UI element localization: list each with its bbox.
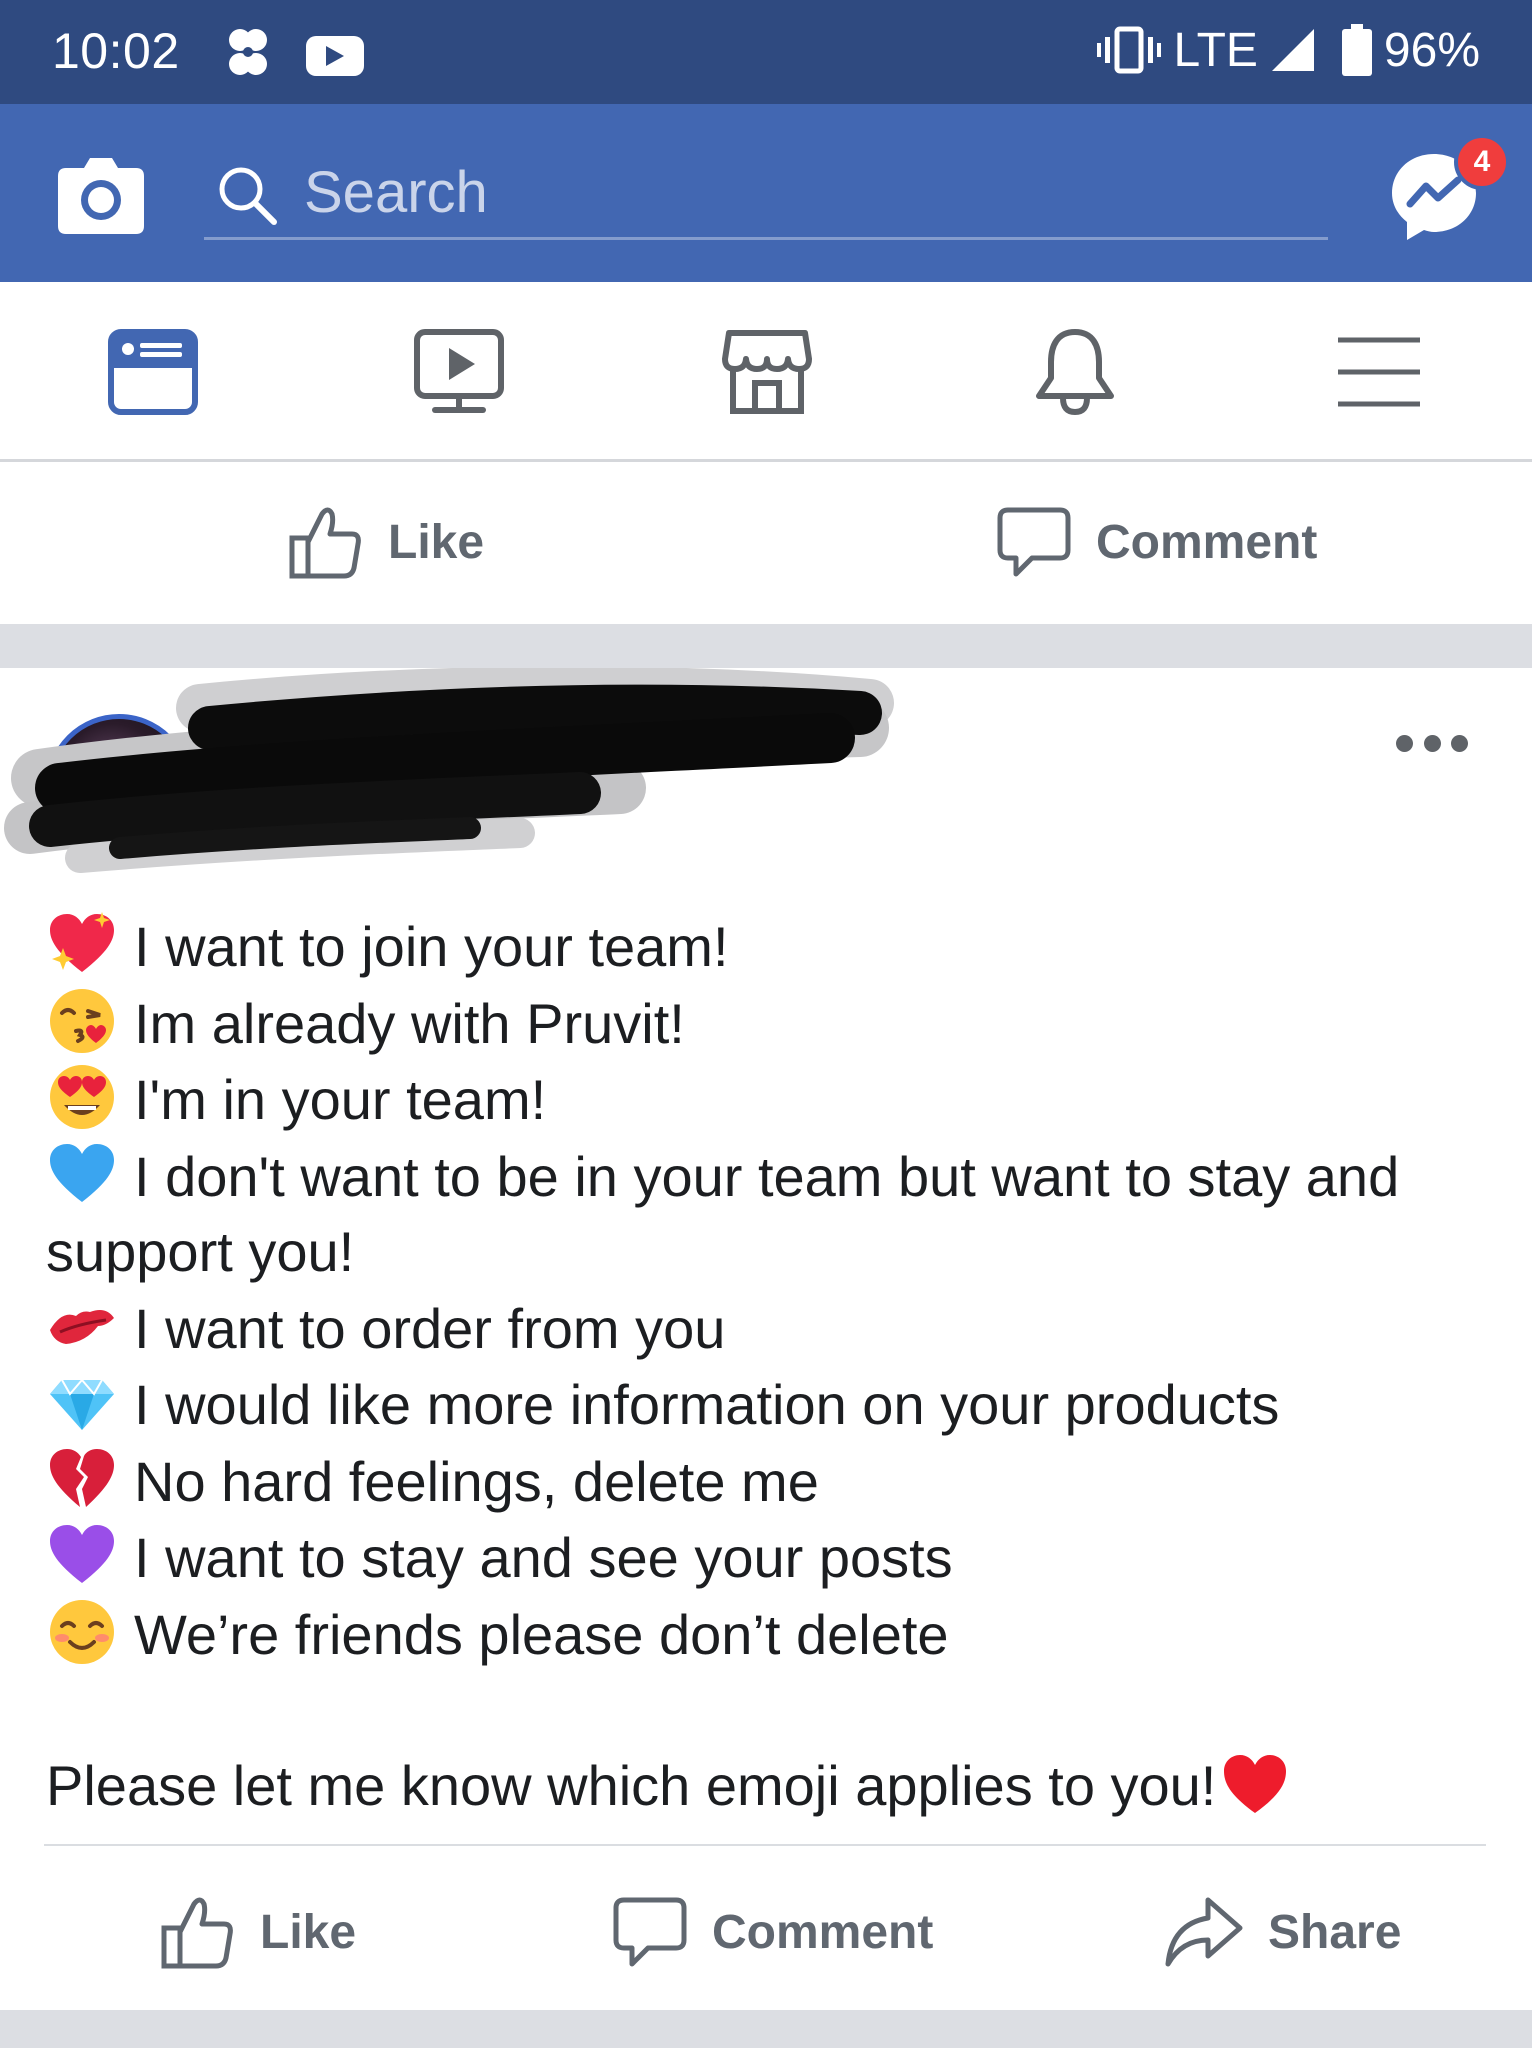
- post-line: We’re friends please don’t delete: [46, 1596, 1496, 1673]
- blue-heart-emoji: [50, 1143, 114, 1202]
- tab-news-feed[interactable]: [98, 322, 208, 422]
- tab-marketplace[interactable]: [712, 322, 822, 422]
- red-heart-emoji: [1224, 1754, 1287, 1813]
- heart-eyes-emoji: [50, 1065, 114, 1129]
- post-like-button[interactable]: Like: [160, 1894, 356, 1970]
- tab-menu[interactable]: [1324, 322, 1434, 422]
- battery-icon: [1341, 24, 1372, 76]
- kiss-mark-emoji: [50, 1309, 114, 1344]
- post-card: Kimberly Johnson Rico 2 mins · I want to…: [0, 668, 1532, 2010]
- thumbs-up-icon: [289, 507, 361, 579]
- post-divider: [44, 1844, 1486, 1846]
- post-line: Im already with Pruvit!: [46, 985, 1496, 1062]
- gem-stone-emoji: [50, 1378, 114, 1430]
- post-line: I'm in your team!: [46, 1061, 1496, 1138]
- kissing-face-emoji: [50, 988, 114, 1053]
- post-time-text: 2 mins ·: [224, 806, 370, 848]
- status-bar: 10:02 LTE 96%: [0, 0, 1532, 104]
- like-button[interactable]: Like: [288, 504, 484, 580]
- notification-icons: [229, 29, 364, 76]
- pinwheel-icon: [229, 29, 267, 75]
- comment-button[interactable]: Comment: [996, 504, 1317, 580]
- status-left-icons: [222, 26, 382, 87]
- post-line: I want to join your team!: [46, 908, 1496, 985]
- post-body: I want to join your team! Im already wit…: [46, 908, 1496, 1823]
- share-icon: [1165, 1897, 1243, 1967]
- search-icon: [219, 167, 277, 225]
- hamburger-menu-icon: [1338, 337, 1420, 407]
- post-like-label: Like: [260, 1905, 357, 1959]
- more-dot: [1451, 734, 1468, 752]
- post-line: I don't want to be in your team but want…: [46, 1138, 1496, 1290]
- author-avatar[interactable]: [46, 714, 192, 860]
- search-input[interactable]: [304, 162, 1204, 222]
- post-line: I want to stay and see your posts: [46, 1519, 1496, 1596]
- tab-watch[interactable]: [404, 322, 514, 422]
- more-dot: [1396, 734, 1413, 752]
- comment-icon: [997, 507, 1071, 577]
- vibrate-icon: [1097, 26, 1162, 74]
- marketplace-icon: [722, 330, 812, 414]
- tab-notifications[interactable]: [1020, 322, 1130, 422]
- messenger-badge: 4: [1454, 134, 1510, 190]
- news-feed-icon: [108, 329, 198, 415]
- search-box[interactable]: [204, 144, 1328, 240]
- smiling-face-emoji: [50, 1599, 114, 1664]
- avatar-image: [95, 753, 150, 818]
- camera-icon: [58, 158, 144, 234]
- post-share-button[interactable]: Share: [1164, 1894, 1401, 1970]
- feed-separator-bottom: [0, 2010, 1532, 2048]
- purple-heart-emoji: [50, 1525, 114, 1583]
- more-dot: [1423, 734, 1441, 752]
- network-type: LTE: [1173, 23, 1258, 77]
- post-closing-line: Please let me know which emoji applies t…: [46, 1748, 1496, 1824]
- previous-post-actions: Like Comment: [0, 464, 1532, 624]
- watch-icon: [414, 329, 504, 413]
- status-time: 10:02: [52, 23, 180, 79]
- status-right: LTE 96%: [1097, 22, 1480, 78]
- comment-icon: [613, 1897, 687, 1967]
- post-line: I want to order from you: [46, 1290, 1496, 1367]
- globe-icon: [370, 810, 405, 844]
- signal-icon: [1271, 29, 1314, 71]
- camera-button[interactable]: [56, 152, 146, 236]
- bell-icon: [1036, 329, 1114, 416]
- nav-tabs: [0, 282, 1532, 462]
- thumbs-up-icon: [161, 1897, 233, 1969]
- post-line: No hard feelings, delete me: [46, 1443, 1496, 1520]
- comment-label: Comment: [1096, 515, 1318, 569]
- feed-separator: [0, 624, 1532, 668]
- post-share-label: Share: [1268, 1905, 1402, 1959]
- post-time: 2 mins ·: [224, 806, 406, 849]
- broken-heart-emoji: [50, 1448, 114, 1507]
- more-options-button[interactable]: [1396, 728, 1468, 758]
- author-name[interactable]: Kimberly Johnson Rico: [224, 716, 782, 774]
- post-comment-button[interactable]: Comment: [612, 1894, 933, 1970]
- post-comment-label: Comment: [712, 1905, 934, 1959]
- sparkling-heart-emoji: [50, 912, 114, 972]
- battery-level: 96%: [1383, 23, 1480, 77]
- like-label: Like: [388, 515, 485, 569]
- youtube-icon: [306, 36, 364, 76]
- post-line: I would like more information on your pr…: [46, 1366, 1496, 1443]
- app-bar: 4: [0, 104, 1532, 282]
